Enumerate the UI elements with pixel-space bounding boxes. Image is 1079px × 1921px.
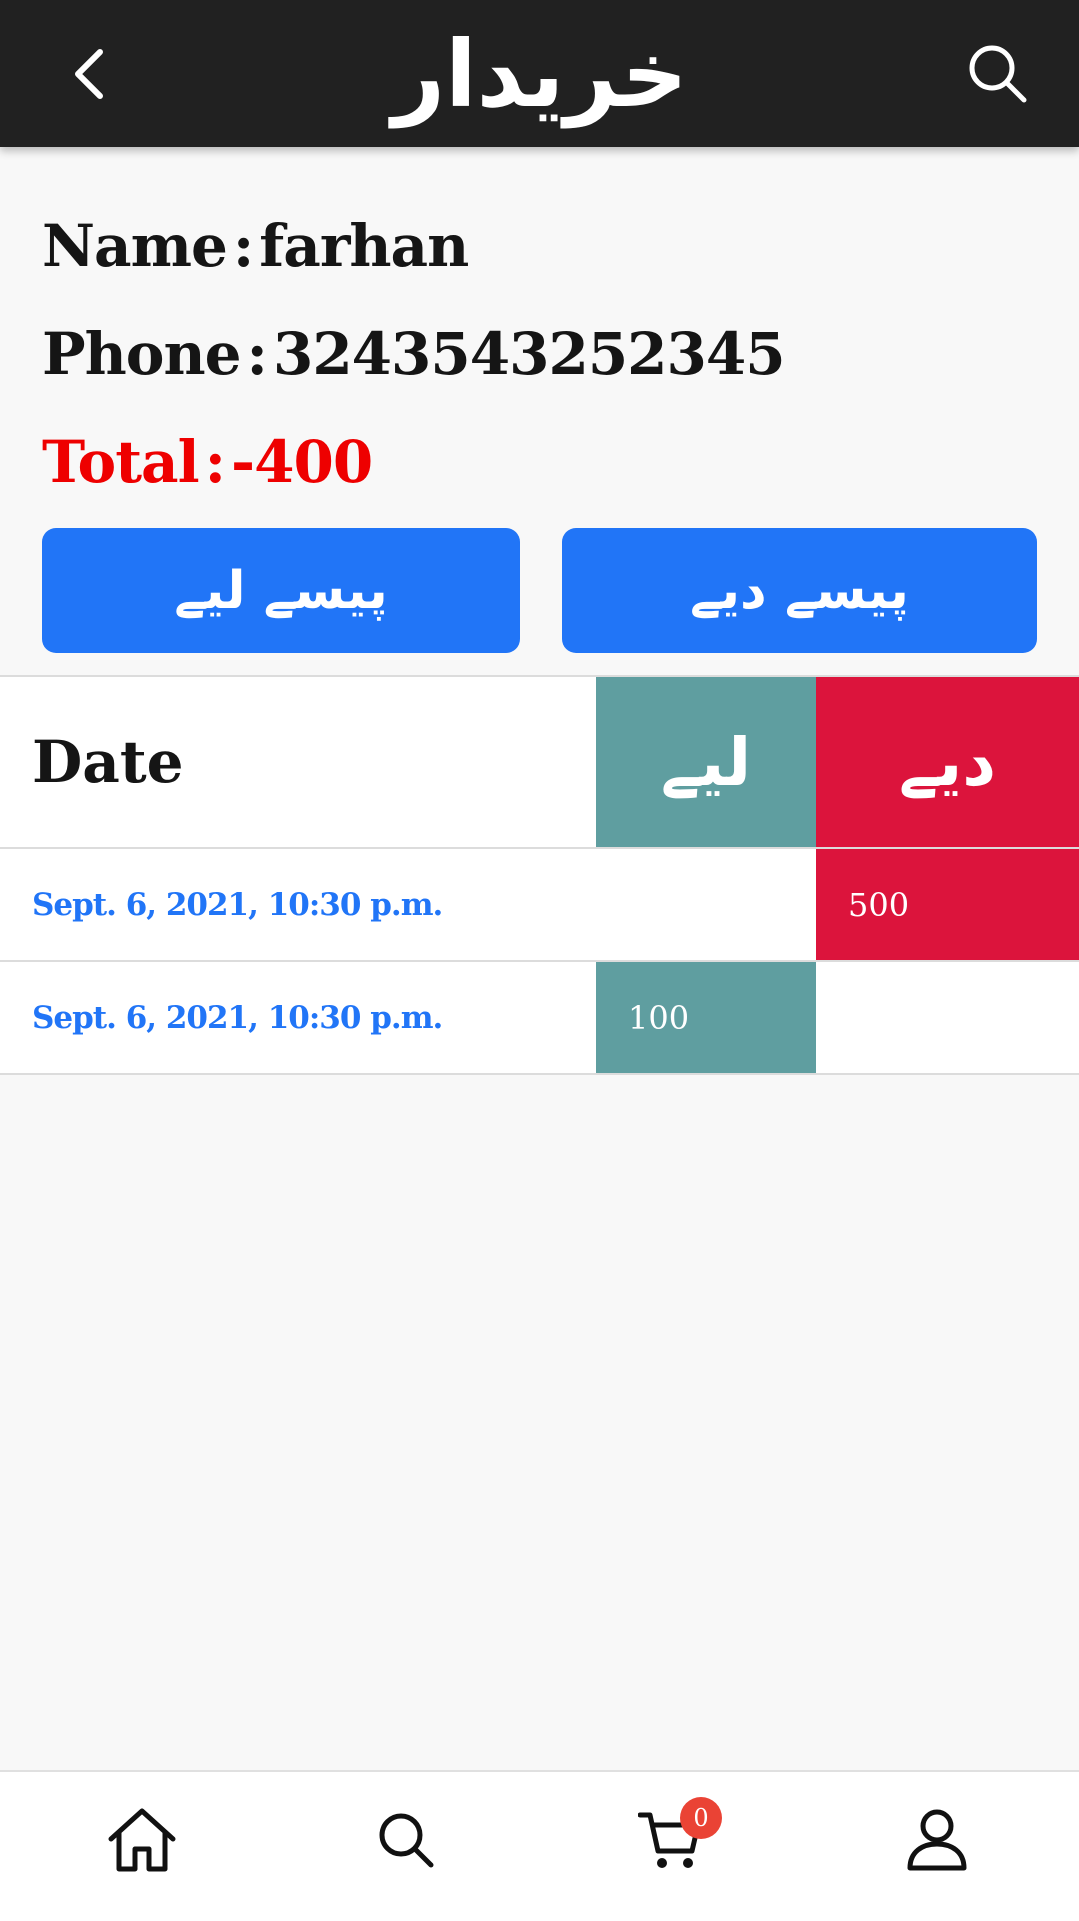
chevron-left-icon (75, 49, 103, 99)
money-received-button[interactable]: پیسے لیے (42, 528, 520, 653)
money-given-button[interactable]: پیسے دیے (562, 528, 1037, 653)
row-received-amount: 100 (596, 962, 816, 1073)
page-title: خریدار (392, 21, 688, 128)
row-given-amount (816, 962, 1079, 1073)
table-row[interactable]: Sept. 6, 2021, 10:30 p.m. 500 (0, 849, 1079, 962)
home-icon (108, 1808, 176, 1872)
app-bar: خریدار (0, 0, 1079, 147)
nav-profile[interactable] (887, 1790, 987, 1890)
row-date: Sept. 6, 2021, 10:30 p.m. (32, 999, 443, 1036)
row-given-amount: 500 (816, 849, 1079, 960)
search-button[interactable] (958, 34, 1038, 114)
total-label: Total (42, 428, 200, 496)
customer-total: Total: -400 (42, 428, 373, 496)
name-value: farhan (259, 212, 469, 280)
table-header-row: Date لیے دیے (0, 677, 1079, 849)
phone-value: 3243543252345 (272, 320, 786, 388)
total-value: -400 (231, 428, 373, 496)
profile-icon (907, 1809, 967, 1871)
name-separator: : (232, 212, 254, 280)
search-icon (379, 1813, 434, 1868)
cart-count-badge: 0 (680, 1797, 722, 1839)
search-icon (969, 45, 1027, 103)
row-date: Sept. 6, 2021, 10:30 p.m. (32, 886, 443, 923)
phone-label: Phone (42, 320, 242, 388)
row-received-amount (596, 849, 816, 960)
phone-separator: : (246, 320, 268, 388)
nav-home[interactable] (92, 1790, 192, 1890)
table-row[interactable]: Sept. 6, 2021, 10:30 p.m. 100 (0, 962, 1079, 1075)
total-separator: : (204, 428, 226, 496)
customer-name: Name: farhan (42, 212, 469, 280)
date-column-header: Date (32, 728, 184, 796)
name-label: Name (42, 212, 228, 280)
received-column-header: لیے (596, 677, 816, 847)
nav-search[interactable] (356, 1790, 456, 1890)
back-button[interactable] (50, 34, 130, 114)
customer-phone: Phone:3243543252345 (42, 320, 786, 388)
ledger-table: Date لیے دیے Sept. 6, 2021, 10:30 p.m. 5… (0, 675, 1079, 1075)
bottom-navigation (0, 1770, 1079, 1921)
given-column-header: دیے (816, 677, 1079, 847)
